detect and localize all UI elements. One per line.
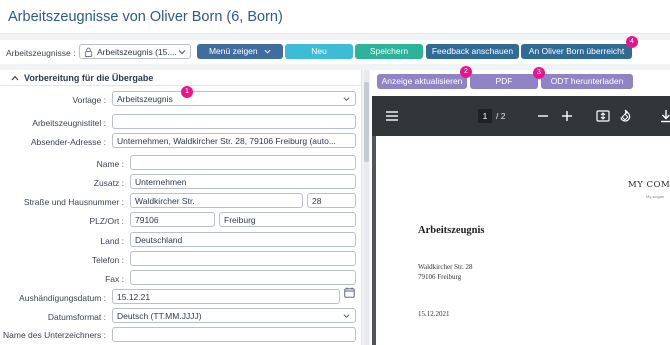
date-format-select[interactable]: Deutsch (TT.MM.JJJJ): [112, 308, 356, 323]
preparation-panel: Vorbereitung für die Übergabe Vorlage : …: [0, 70, 362, 345]
minus-icon[interactable]: [538, 111, 548, 121]
menu-icon[interactable]: [386, 111, 398, 121]
house-number-input[interactable]: 28: [307, 193, 356, 208]
document-title: Arbeitszeugnis: [418, 225, 485, 236]
chevron-up-icon: [11, 75, 19, 81]
title-bar: Arbeitszeugnisse von Oliver Born (6, Bor…: [0, 0, 670, 34]
chevron-down-icon: [264, 49, 271, 54]
show-menu-button[interactable]: Menü zeigen: [197, 44, 283, 59]
addition-label: Zusatz :: [93, 178, 124, 188]
signer-name-input[interactable]: [112, 327, 356, 342]
form-scrollbar[interactable]: [364, 70, 369, 345]
handover-date-input[interactable]: 15.12.21: [112, 289, 340, 304]
city-input[interactable]: Freiburg: [219, 212, 356, 227]
odt-download-button[interactable]: ODT herunterladen: [541, 74, 633, 89]
date-format-label: Datumsformat :: [47, 312, 106, 322]
show-menu-label: Menü zeigen: [208, 46, 258, 56]
name-input[interactable]: [130, 155, 356, 170]
certificates-label: Arbeitszeugnisse :: [6, 48, 76, 58]
company-logo: MY COMI: [628, 180, 670, 190]
country-input[interactable]: Deutschland: [130, 232, 356, 247]
save-button[interactable]: Speichern: [355, 44, 423, 59]
name-label: Name :: [96, 159, 124, 169]
chevron-down-icon: [343, 314, 350, 318]
pdf-viewer-toolbar: 1 / 2: [372, 96, 670, 136]
pdf-button[interactable]: PDF: [470, 74, 538, 89]
template-select-value: Arbeitszeugnis: [117, 94, 173, 104]
sender-address-select[interactable]: Unternehmen, Waldkircher Str. 28, 79106 …: [112, 133, 356, 148]
sender-address-label: Absender-Adresse :: [30, 137, 106, 147]
annotation-badge: 3: [533, 67, 545, 79]
fax-input[interactable]: [130, 270, 356, 285]
zip-city-label: PLZ/Ort :: [89, 216, 124, 226]
phone-label: Telefon :: [91, 255, 124, 265]
lock-icon: [84, 47, 93, 57]
sender-address-value: Unternehmen, Waldkircher Str. 28, 79106 …: [117, 136, 336, 146]
handover-date-label: Aushändigungsdatum :: [19, 293, 106, 303]
annotation-badge: 1: [181, 86, 193, 98]
section-header[interactable]: Vorbereitung für die Übergabe: [0, 70, 362, 86]
phone-input[interactable]: [130, 251, 356, 266]
handed-over-button[interactable]: An Oliver Born überreicht: [521, 44, 632, 59]
document-address-line: 79106 Freiburg: [418, 273, 462, 281]
street-input[interactable]: Waldkircher Str.: [130, 193, 303, 208]
current-page-input[interactable]: 1: [478, 109, 492, 123]
document-address-line: Waldkircher Str. 28: [418, 263, 473, 271]
street-label: Straße und Hausnummer :: [23, 197, 124, 207]
new-button[interactable]: Neu: [285, 44, 353, 59]
addition-input[interactable]: Unternehmen: [130, 174, 356, 189]
pdf-viewer[interactable]: MY COMI My slogan Arbeitszeugnis Waldkir…: [372, 136, 670, 345]
annotation-badge: 4: [626, 36, 638, 48]
template-label: Vorlage :: [72, 95, 106, 105]
certificate-title-label: Arbeitszeugnistitel :: [32, 118, 106, 128]
section-title: Vorbereitung für die Übergabe: [24, 73, 154, 83]
total-pages: / 2: [496, 111, 506, 121]
refresh-preview-button[interactable]: Anzeige aktualisieren: [377, 74, 467, 89]
page-title: Arbeitszeugnisse von Oliver Born (6, Bor…: [8, 9, 283, 25]
document-page: MY COMI My slogan Arbeitszeugnis Waldkir…: [376, 136, 670, 345]
template-select[interactable]: Arbeitszeugnis: [112, 91, 356, 106]
certificate-title-input[interactable]: [112, 114, 356, 129]
signer-name-label: Name des Unterzeichners :: [3, 330, 106, 340]
date-format-value: Deutsch (TT.MM.JJJJ): [117, 311, 202, 321]
company-slogan: My slogan: [646, 194, 665, 199]
download-icon[interactable]: [660, 109, 670, 123]
certificate-select-value: Arbeitszeugnis (15....: [97, 47, 177, 57]
annotation-badge: 2: [460, 66, 472, 78]
view-feedback-button[interactable]: Feedback anschauen: [426, 44, 519, 59]
form-scrollbar-thumb[interactable]: [364, 82, 369, 162]
fit-page-icon[interactable]: [596, 109, 610, 123]
toolbar: Arbeitszeugnisse : Arbeitszeugnis (15...…: [0, 40, 670, 64]
chevron-down-icon: [178, 50, 186, 55]
certificate-select[interactable]: Arbeitszeugnis (15....: [79, 44, 191, 59]
rotate-icon[interactable]: [618, 109, 632, 123]
preview-panel: Anzeige aktualisieren PDF ODT herunterla…: [370, 70, 670, 345]
calendar-icon[interactable]: [344, 287, 355, 298]
chevron-down-icon: [343, 97, 350, 101]
plus-icon[interactable]: [562, 111, 572, 121]
document-date: 15.12.2021: [418, 310, 450, 318]
fax-label: Fax :: [105, 274, 124, 284]
country-label: Land :: [100, 236, 124, 246]
zip-input[interactable]: 79106: [130, 212, 215, 227]
